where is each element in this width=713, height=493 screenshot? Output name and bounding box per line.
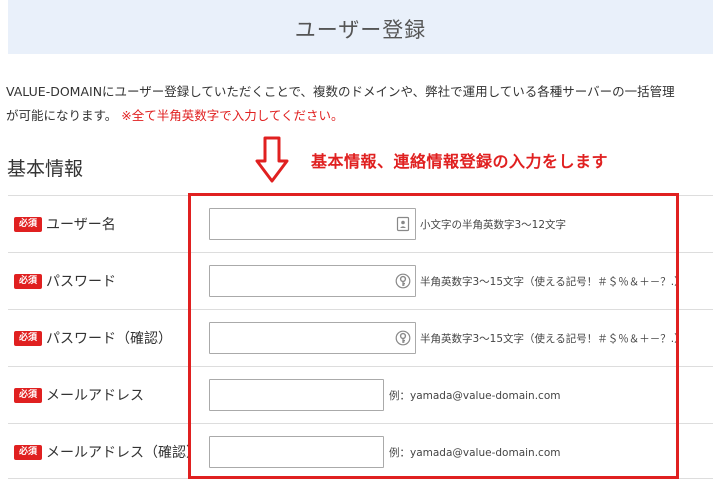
key-icon (395, 273, 411, 289)
email-confirm-input[interactable] (209, 436, 384, 468)
form-row-email: 必須 メールアドレス 例：yamada@value-domain.com (8, 366, 713, 423)
form-row-password: 必須 パスワード 半角英数字3～15文字（使える記号！＃＄％＆＋－？.） (8, 252, 713, 309)
required-badge: 必須 (14, 331, 42, 346)
required-badge: 必須 (14, 388, 42, 403)
password-input[interactable] (209, 265, 416, 297)
id-card-icon (396, 216, 410, 232)
password-confirm-hint: 半角英数字3～15文字（使える記号！＃＄％＆＋－？.） (420, 333, 685, 345)
password-label: パスワード (46, 274, 116, 290)
password-hint: 半角英数字3～15文字（使える記号！＃＄％＆＋－？.） (420, 276, 685, 288)
required-badge: 必須 (14, 217, 42, 232)
annotation-text: 基本情報、連絡情報登録の入力をします (311, 152, 609, 171)
email-label: メールアドレス (46, 388, 144, 404)
form-row-password-confirm: 必須 パスワード（確認） 半角英数字3～15文字（使える記号！＃＄％＆＋－？.） (8, 309, 713, 366)
email-confirm-hint: 例：yamada@value-domain.com (389, 447, 561, 459)
down-arrow-icon (255, 136, 289, 183)
username-label: ユーザー名 (46, 217, 116, 233)
divider (8, 478, 713, 479)
email-hint: 例：yamada@value-domain.com (389, 390, 561, 402)
password-confirm-label: パスワード（確認） (46, 331, 172, 347)
page-title: ユーザー登録 (294, 18, 427, 42)
intro-line-1: VALUE-DOMAINにユーザー登録していただくことで、複数のドメインや、弊社… (6, 84, 675, 99)
form-row-email-confirm: 必須 メールアドレス（確認） 例：yamada@value-domain.com (8, 423, 713, 480)
password-confirm-input[interactable] (209, 322, 416, 354)
page-header: ユーザー登録 (8, 0, 713, 54)
required-badge: 必須 (14, 445, 42, 460)
username-input[interactable] (209, 208, 416, 240)
intro-line-2: が可能になります。 (6, 108, 118, 123)
intro-warning: ※全て半角英数字で入力してください。 (121, 108, 344, 123)
username-hint: 小文字の半角英数字3～12文字 (420, 219, 567, 231)
intro-text: VALUE-DOMAINにユーザー登録していただくことで、複数のドメインや、弊社… (6, 80, 711, 128)
key-icon (395, 330, 411, 346)
section-title: 基本情報 (7, 158, 84, 180)
email-input[interactable] (209, 379, 384, 411)
form-row-username: 必須 ユーザー名 小文字の半角英数字3～12文字 (8, 195, 713, 252)
email-confirm-label: メールアドレス（確認） (46, 445, 200, 461)
required-badge: 必須 (14, 274, 42, 289)
